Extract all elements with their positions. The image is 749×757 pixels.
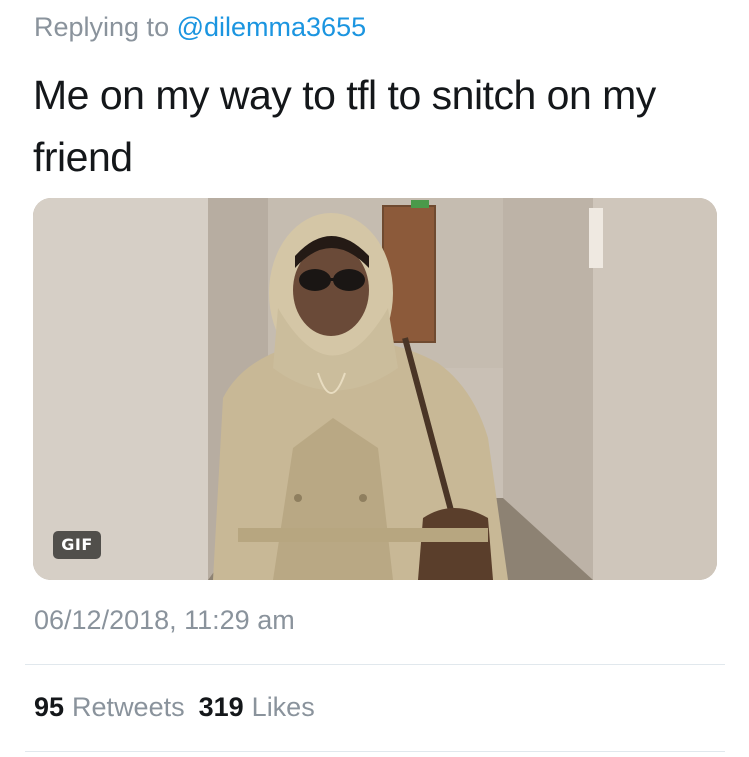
likes-count: 319 xyxy=(198,692,244,722)
likes-stat[interactable]: 319 Likes xyxy=(199,692,315,722)
gif-badge: GIF xyxy=(53,531,101,559)
divider xyxy=(25,751,725,752)
tweet-stats: 95 Retweets 319 Likes xyxy=(34,692,315,723)
tweet-gif-media[interactable]: GIF xyxy=(33,198,717,580)
gif-media-image xyxy=(33,198,717,580)
retweets-stat[interactable]: 95 Retweets xyxy=(34,692,185,722)
tweet-timestamp[interactable]: 06/12/2018, 11:29 am xyxy=(34,605,295,636)
divider xyxy=(25,664,725,665)
reply-context: Replying to @dilemma3655 xyxy=(34,12,366,43)
tweet-text: Me on my way to tfl to snitch on my frie… xyxy=(33,72,656,180)
reply-prefix: Replying to xyxy=(34,12,177,42)
likes-label: Likes xyxy=(251,692,315,722)
retweets-count: 95 xyxy=(34,692,65,722)
reply-handle-link[interactable]: @dilemma3655 xyxy=(177,12,367,42)
retweets-label: Retweets xyxy=(72,692,185,722)
